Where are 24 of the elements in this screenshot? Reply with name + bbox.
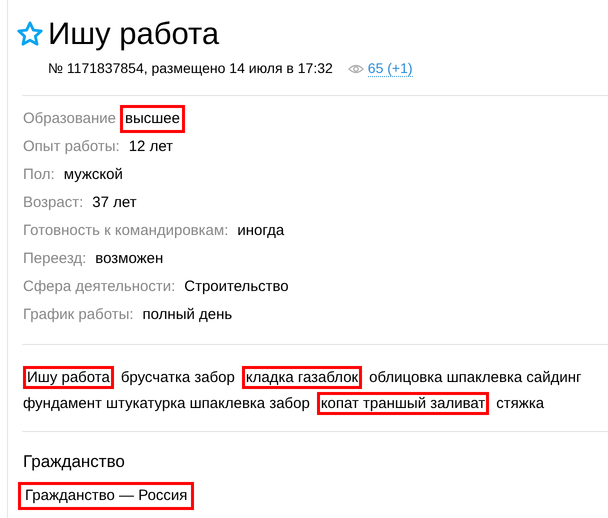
detail-value: иногда: [236, 220, 286, 241]
detail-value: высшее: [120, 104, 185, 134]
detail-label: Пол:: [23, 164, 55, 185]
eye-icon: [348, 62, 364, 74]
section-heading: Гражданство: [22, 451, 126, 473]
detail-value: 12 лет: [128, 136, 174, 157]
detail-value: мужской: [62, 164, 124, 185]
page-title: Ишу работа: [48, 15, 220, 53]
detail-label: Переезд:: [23, 248, 86, 269]
listing-info: № 1171837854, размещено 14 июля в 17:32: [48, 59, 333, 78]
citizenship-text: Гражданство — Россия: [18, 482, 194, 510]
detail-label: Опыт работы:: [23, 136, 120, 157]
detail-label: Сфера деятельности:: [23, 276, 176, 297]
detail-value: полный день: [142, 304, 234, 325]
detail-value: возможен: [94, 248, 164, 269]
views-link[interactable]: 65 (+1): [368, 60, 413, 77]
detail-label: Образование: [23, 108, 116, 129]
description-text: Ишу работа брусчатка забор кладка газаблок облицовка шпаклевка сайдинг фундамент штукатурка шпаклевка забор копат траншый заливат стяжка: [8, 345, 608, 417]
detail-value: Строительство: [183, 276, 290, 297]
detail-label: График работы:: [23, 304, 134, 325]
detail-value: 37 лет: [91, 192, 138, 213]
detail-label: Готовность к командировкам:: [23, 220, 228, 241]
star-icon[interactable]: [16, 20, 44, 48]
detail-label: Возраст:: [23, 192, 84, 213]
